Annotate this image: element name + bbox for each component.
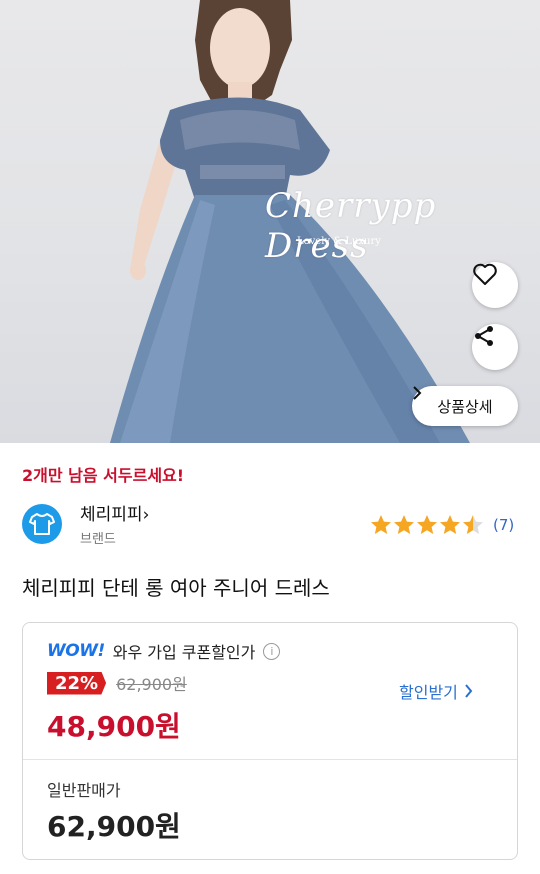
review-count[interactable]: (7) [493,516,514,534]
heart-outline-icon [473,263,497,285]
tshirt-icon [29,513,55,535]
price-card: WOW! 와우 가입 쿠폰할인가 i 22% 62,900원 48,900원 할… [22,622,518,860]
get-discount-link[interactable]: 할인받기 [399,679,473,703]
brand-name: 체리피피 [80,505,143,525]
wishlist-button[interactable] [472,262,518,308]
star-icon [440,515,460,534]
half-star-icon [463,515,483,534]
sale-price: 48,900원 [47,710,181,743]
chevron-right-icon [413,386,422,400]
star-icon [371,515,391,534]
divider [23,759,517,760]
discount-badge: 22% [47,671,107,695]
product-detail-button[interactable]: 상품상세 [412,386,518,426]
wow-logo: WOW! [47,641,105,661]
wow-coupon-label: 와우 가입 쿠폰할인가 [112,643,256,662]
stock-notice: 2개만 남음 서두르세요! [22,466,185,485]
brand-logo[interactable] [22,504,62,544]
product-title: 체리피피 단테 롱 여아 주니어 드레스 [22,576,330,600]
normal-price: 62,900원 [47,810,181,843]
chevron-right-icon: › [142,505,150,525]
brand-label: 브랜드 [80,532,116,547]
brand-watermark: Cherrypp Dress [265,186,437,266]
wow-coupon-row: WOW! 와우 가입 쿠폰할인가 i [47,639,281,663]
share-button[interactable] [472,324,518,370]
product-detail-label: 상품상세 [437,397,493,416]
star-icon [394,515,414,534]
chevron-right-icon [465,684,473,698]
get-discount-label: 할인받기 [399,683,458,702]
original-price: 62,900원 [116,675,187,694]
share-icon [475,326,493,346]
brand-name-link[interactable]: 체리피피› [80,500,149,525]
star-rating [371,515,483,534]
star-icon [417,515,437,534]
discount-row: 22% 62,900원 [47,671,187,695]
brand-watermark-subtitle: Lovely & Luxury [297,236,381,247]
info-icon[interactable]: i [263,642,281,660]
rating[interactable]: (7) [370,514,514,536]
product-image[interactable]: Cherrypp Dress Lovely & Luxury 상품상세 [0,0,540,443]
normal-price-label: 일반판매가 [47,781,121,800]
